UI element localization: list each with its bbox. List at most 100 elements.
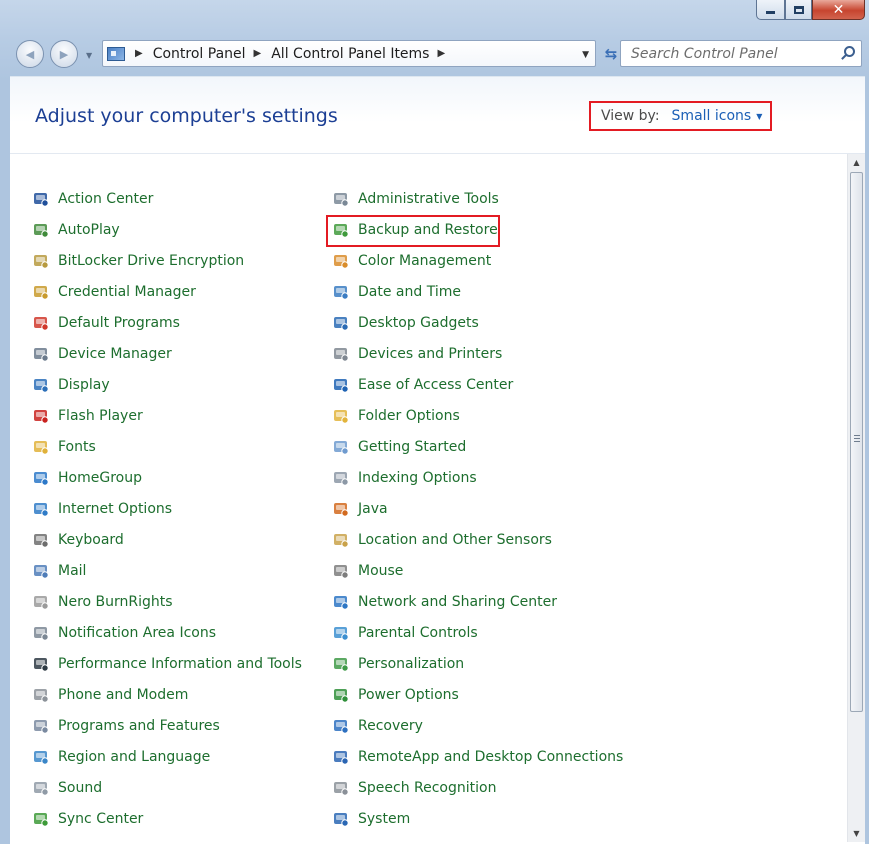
item-label[interactable]: Speech Recognition (358, 780, 496, 796)
item-indexing-options[interactable]: Indexing Options (332, 466, 477, 490)
item-bitlocker-drive-encryption[interactable]: BitLocker Drive Encryption (32, 249, 244, 273)
item-label[interactable]: Keyboard (58, 532, 124, 548)
item-label[interactable]: Devices and Printers (358, 346, 502, 362)
item-remoteapp-and-desktop-connections[interactable]: RemoteApp and Desktop Connections (332, 745, 623, 769)
item-label[interactable]: Administrative Tools (358, 191, 499, 207)
chevron-down-icon[interactable]: ▼ (756, 112, 762, 121)
item-mail[interactable]: Mail (32, 559, 86, 583)
item-label[interactable]: Performance Information and Tools (58, 656, 302, 672)
item-label[interactable]: Personalization (358, 656, 464, 672)
item-label[interactable]: Date and Time (358, 284, 461, 300)
item-label[interactable]: Phone and Modem (58, 687, 188, 703)
breadcrumb-separator[interactable]: ▶ (437, 48, 445, 59)
maximize-button[interactable] (785, 0, 812, 20)
item-date-and-time[interactable]: Date and Time (332, 280, 461, 304)
item-nero-burnrights[interactable]: Nero BurnRights (32, 590, 173, 614)
item-parental-controls[interactable]: Parental Controls (332, 621, 478, 645)
item-mouse[interactable]: Mouse (332, 559, 403, 583)
item-label[interactable]: Sync Center (58, 811, 143, 827)
item-label[interactable]: Credential Manager (58, 284, 196, 300)
item-label[interactable]: Recovery (358, 718, 423, 734)
item-label[interactable]: Power Options (358, 687, 459, 703)
close-button[interactable]: ✕ (812, 0, 865, 20)
scroll-thumb[interactable] (850, 172, 863, 712)
item-java[interactable]: Java (332, 497, 388, 521)
item-display[interactable]: Display (32, 373, 110, 397)
item-label[interactable]: RemoteApp and Desktop Connections (358, 749, 623, 765)
item-sound[interactable]: Sound (32, 776, 102, 800)
item-label[interactable]: Sound (58, 780, 102, 796)
item-label[interactable]: Indexing Options (358, 470, 477, 486)
item-label[interactable]: Parental Controls (358, 625, 478, 641)
item-label[interactable]: Programs and Features (58, 718, 220, 734)
item-color-management[interactable]: Color Management (332, 249, 491, 273)
scroll-up-button[interactable]: ▲ (848, 154, 865, 171)
item-label[interactable]: Nero BurnRights (58, 594, 173, 610)
item-phone-and-modem[interactable]: Phone and Modem (32, 683, 188, 707)
item-autoplay[interactable]: AutoPlay (32, 218, 120, 242)
item-action-center[interactable]: Action Center (32, 187, 153, 211)
scroll-down-button[interactable]: ▼ (848, 825, 865, 842)
item-label[interactable]: BitLocker Drive Encryption (58, 253, 244, 269)
item-label[interactable]: Display (58, 377, 110, 393)
item-label[interactable]: Fonts (58, 439, 96, 455)
item-label[interactable]: Java (358, 501, 388, 517)
item-speech-recognition[interactable]: Speech Recognition (332, 776, 496, 800)
item-label[interactable]: Region and Language (58, 749, 210, 765)
breadcrumb-control-panel[interactable]: Control Panel (153, 46, 246, 62)
item-label[interactable]: Device Manager (58, 346, 172, 362)
item-label[interactable]: Color Management (358, 253, 491, 269)
item-flash-player[interactable]: Flash Player (32, 404, 143, 428)
item-label[interactable]: Default Programs (58, 315, 180, 331)
vertical-scrollbar[interactable]: ▲ ▼ (847, 154, 865, 842)
breadcrumb-separator[interactable]: ▶ (135, 48, 143, 59)
forward-button[interactable]: ▶ (50, 40, 78, 68)
refresh-button[interactable]: ⇆ (600, 43, 622, 65)
item-location-and-other-sensors[interactable]: Location and Other Sensors (332, 528, 552, 552)
item-label[interactable]: Desktop Gadgets (358, 315, 479, 331)
item-network-and-sharing-center[interactable]: Network and Sharing Center (332, 590, 557, 614)
item-label[interactable]: System (358, 811, 410, 827)
item-notification-area-icons[interactable]: Notification Area Icons (32, 621, 216, 645)
item-label[interactable]: Mouse (358, 563, 403, 579)
item-label[interactable]: Ease of Access Center (358, 377, 513, 393)
item-desktop-gadgets[interactable]: Desktop Gadgets (332, 311, 479, 335)
item-device-manager[interactable]: Device Manager (32, 342, 172, 366)
item-sync-center[interactable]: Sync Center (32, 807, 143, 831)
item-performance-information-and-tools[interactable]: Performance Information and Tools (32, 652, 302, 676)
item-label[interactable]: Mail (58, 563, 86, 579)
item-label[interactable]: Notification Area Icons (58, 625, 216, 641)
item-region-and-language[interactable]: Region and Language (32, 745, 210, 769)
item-label[interactable]: Location and Other Sensors (358, 532, 552, 548)
item-recovery[interactable]: Recovery (332, 714, 423, 738)
item-label[interactable]: Folder Options (358, 408, 460, 424)
item-getting-started[interactable]: Getting Started (332, 435, 466, 459)
address-dropdown-icon[interactable]: ▼ (582, 50, 589, 60)
item-label[interactable]: Flash Player (58, 408, 143, 424)
item-label[interactable]: HomeGroup (58, 470, 142, 486)
breadcrumb-separator[interactable]: ▶ (254, 48, 262, 59)
item-personalization[interactable]: Personalization (332, 652, 464, 676)
item-credential-manager[interactable]: Credential Manager (32, 280, 196, 304)
item-label[interactable]: Getting Started (358, 439, 466, 455)
item-label[interactable]: Internet Options (58, 501, 172, 517)
address-bar[interactable]: ▶ Control Panel ▶ All Control Panel Item… (102, 40, 596, 67)
item-label[interactable]: Action Center (58, 191, 153, 207)
breadcrumb-all-items[interactable]: All Control Panel Items (271, 46, 429, 62)
search-box[interactable] (620, 40, 862, 67)
item-ease-of-access-center[interactable]: Ease of Access Center (332, 373, 513, 397)
item-internet-options[interactable]: Internet Options (32, 497, 172, 521)
search-icon[interactable] (844, 46, 855, 57)
item-administrative-tools[interactable]: Administrative Tools (332, 187, 499, 211)
item-programs-and-features[interactable]: Programs and Features (32, 714, 220, 738)
item-label[interactable]: Network and Sharing Center (358, 594, 557, 610)
recent-pages-dropdown[interactable]: ▼ (86, 51, 92, 60)
item-default-programs[interactable]: Default Programs (32, 311, 180, 335)
item-keyboard[interactable]: Keyboard (32, 528, 124, 552)
item-system[interactable]: System (332, 807, 410, 831)
minimize-button[interactable] (756, 0, 785, 20)
item-fonts[interactable]: Fonts (32, 435, 96, 459)
item-homegroup[interactable]: HomeGroup (32, 466, 142, 490)
item-folder-options[interactable]: Folder Options (332, 404, 460, 428)
back-button[interactable]: ◀ (16, 40, 44, 68)
